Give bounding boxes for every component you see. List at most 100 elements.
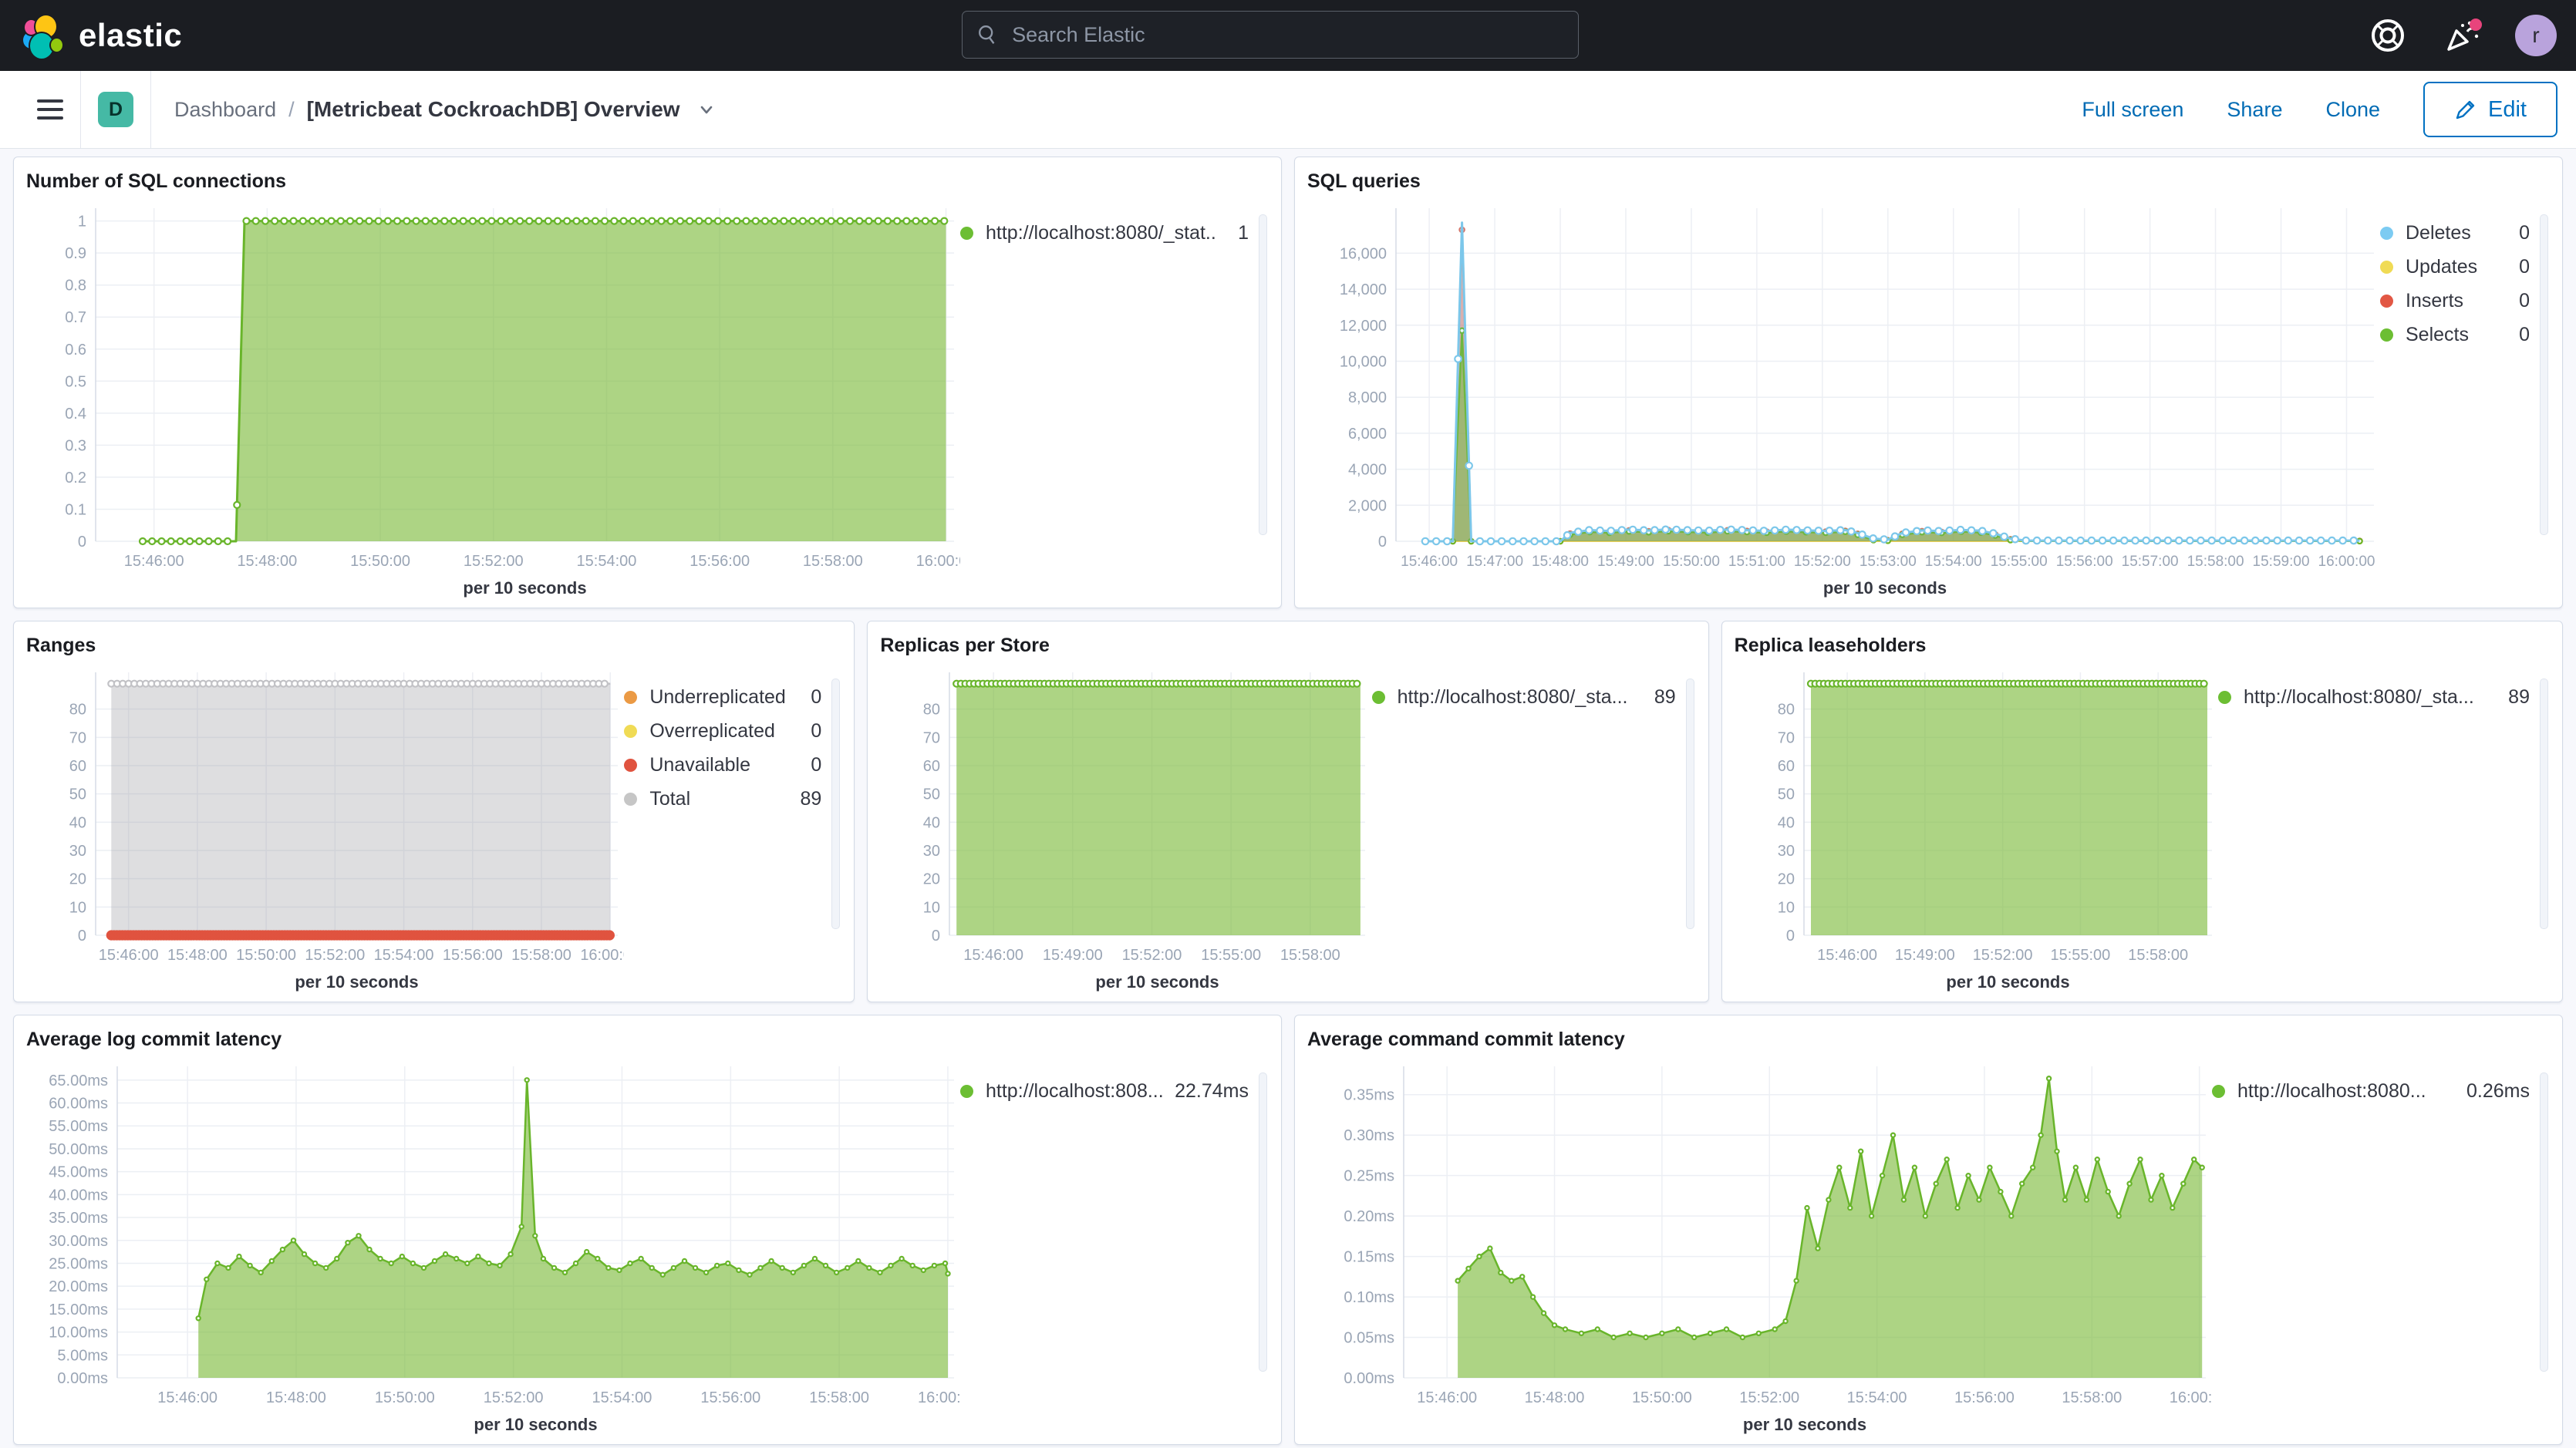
dashboard-app-badge[interactable]: D — [98, 92, 133, 127]
legend-item[interactable]: http://localhost:8080...0.26ms — [2212, 1074, 2550, 1108]
svg-text:1: 1 — [78, 214, 86, 231]
chevron-down-icon[interactable] — [696, 99, 717, 120]
chart-legend: http://localhost:8080/_stat...1 — [960, 196, 1269, 603]
user-menu-button[interactable]: r — [2514, 14, 2557, 57]
edit-button[interactable]: Edit — [2423, 82, 2557, 137]
legend-series-value: 0 — [2507, 256, 2530, 278]
menu-button[interactable] — [37, 94, 63, 125]
breadcrumb-dashboard-link[interactable]: Dashboard — [174, 98, 276, 122]
svg-text:16,000: 16,000 — [1340, 245, 1387, 262]
svg-text:15:50:00: 15:50:00 — [1663, 554, 1720, 570]
brand-text: elastic — [79, 17, 182, 54]
legend-series-value: 89 — [798, 788, 821, 810]
svg-text:8,000: 8,000 — [1348, 389, 1387, 406]
svg-text:per 10 seconds: per 10 seconds — [1096, 972, 1219, 992]
breadcrumb: Dashboard / [Metricbeat CockroachDB] Ove… — [174, 97, 717, 122]
svg-text:30: 30 — [69, 843, 86, 860]
chart-plot-area[interactable]: 16,00014,00012,00010,0008,0006,0004,0002… — [1307, 196, 2380, 603]
svg-text:15:54:00: 15:54:00 — [374, 947, 434, 964]
svg-text:20.00ms: 20.00ms — [49, 1278, 108, 1295]
panel-replica-leaseholders: Replica leaseholders 8070605040302010015… — [1721, 621, 2563, 1002]
svg-text:0.15ms: 0.15ms — [1344, 1249, 1394, 1266]
svg-text:15:46:00: 15:46:00 — [157, 1389, 217, 1406]
svg-text:70: 70 — [69, 729, 86, 746]
legend-item[interactable]: http://localhost:8080/_sta...89 — [1372, 680, 1696, 714]
svg-text:20: 20 — [923, 871, 940, 888]
svg-text:5.00ms: 5.00ms — [57, 1347, 108, 1364]
panel-title: SQL queries — [1307, 167, 2550, 196]
legend-item[interactable]: http://localhost:808...22.74ms — [960, 1074, 1269, 1108]
legend-item[interactable]: http://localhost:8080/_stat...1 — [960, 216, 1269, 250]
dashboard-grid: Number of SQL connections 10.90.80.70.60… — [0, 149, 2576, 1445]
svg-text:15:55:00: 15:55:00 — [1202, 947, 1262, 964]
legend-item[interactable]: Deletes0 — [2380, 216, 2550, 250]
svg-text:0.4: 0.4 — [65, 406, 86, 423]
svg-text:15:46:00: 15:46:00 — [1417, 1389, 1477, 1406]
help-button[interactable] — [2366, 14, 2409, 57]
legend-series-value: 0 — [798, 754, 821, 776]
svg-text:15:56:00: 15:56:00 — [1954, 1389, 2015, 1406]
elastic-home-link[interactable]: elastic — [22, 14, 182, 57]
svg-text:0: 0 — [1378, 534, 1387, 551]
legend-series-label: Inserts — [2406, 290, 2499, 312]
svg-text:10: 10 — [923, 899, 940, 916]
legend-item[interactable]: Updates0 — [2380, 250, 2550, 284]
svg-text:30.00ms: 30.00ms — [49, 1233, 108, 1250]
svg-text:per 10 seconds: per 10 seconds — [1823, 578, 1947, 598]
search-input[interactable] — [1010, 22, 1564, 48]
edit-button-label: Edit — [2488, 97, 2527, 123]
legend-item[interactable]: http://localhost:8080/_sta...89 — [2218, 680, 2550, 714]
legend-series-dot — [2380, 295, 2393, 308]
svg-text:15:58:00: 15:58:00 — [803, 553, 863, 570]
svg-text:16:00:00: 16:00:00 — [916, 553, 960, 570]
legend-item[interactable]: Underreplicated0 — [624, 680, 841, 714]
svg-text:30: 30 — [1777, 843, 1794, 860]
svg-text:10.00ms: 10.00ms — [49, 1325, 108, 1342]
panel-replicas-per-store: Replicas per Store 8070605040302010015:4… — [867, 621, 1708, 1002]
svg-text:15:56:00: 15:56:00 — [700, 1389, 760, 1406]
svg-text:15:52:00: 15:52:00 — [1972, 947, 2032, 964]
svg-text:16:00:00: 16:00:00 — [2318, 554, 2375, 570]
svg-text:15:46:00: 15:46:00 — [964, 947, 1024, 964]
svg-text:12,000: 12,000 — [1340, 318, 1387, 335]
svg-text:15:54:00: 15:54:00 — [1847, 1389, 1907, 1406]
svg-text:70: 70 — [1777, 729, 1794, 746]
svg-text:per 10 seconds: per 10 seconds — [1946, 972, 2069, 992]
svg-text:60.00ms: 60.00ms — [49, 1096, 108, 1113]
svg-text:2,000: 2,000 — [1348, 497, 1387, 514]
legend-item[interactable]: Selects0 — [2380, 318, 2550, 352]
global-search[interactable] — [962, 11, 1579, 59]
chart-plot-area[interactable]: 8070605040302010015:46:0015:49:0015:52:0… — [1735, 660, 2218, 997]
chart-plot-area[interactable]: 8070605040302010015:46:0015:49:0015:52:0… — [880, 660, 1371, 997]
chart-legend: http://localhost:8080...0.26ms — [2212, 1054, 2550, 1440]
svg-text:6,000: 6,000 — [1348, 426, 1387, 443]
share-button[interactable]: Share — [2227, 98, 2282, 122]
legend-item[interactable]: Overreplicated0 — [624, 714, 841, 748]
legend-series-dot — [2380, 261, 2393, 274]
svg-text:15:50:00: 15:50:00 — [375, 1389, 435, 1406]
svg-text:15:49:00: 15:49:00 — [1043, 947, 1103, 964]
legend-item[interactable]: Total89 — [624, 782, 841, 816]
svg-text:15:56:00: 15:56:00 — [2056, 554, 2113, 570]
svg-text:80: 80 — [69, 702, 86, 719]
chart-plot-area[interactable]: 0.35ms0.30ms0.25ms0.20ms0.15ms0.10ms0.05… — [1307, 1054, 2212, 1440]
chart-plot-area[interactable]: 8070605040302010015:46:0015:48:0015:50:0… — [26, 660, 624, 997]
panel-title: Ranges — [26, 631, 841, 660]
full-screen-button[interactable]: Full screen — [2082, 98, 2183, 122]
svg-text:16:00:00: 16:00:00 — [580, 947, 624, 964]
legend-series-label: Deletes — [2406, 222, 2499, 244]
legend-item[interactable]: Inserts0 — [2380, 284, 2550, 318]
chart-plot-area[interactable]: 65.00ms60.00ms55.00ms50.00ms45.00ms40.00… — [26, 1054, 960, 1440]
breadcrumb-separator: / — [288, 98, 295, 122]
news-feed-button[interactable] — [2440, 14, 2483, 57]
chart-legend: http://localhost:8080/_sta...89 — [2218, 660, 2550, 997]
legend-item[interactable]: Unavailable0 — [624, 748, 841, 782]
legend-series-dot — [1372, 691, 1385, 704]
legend-series-label: http://localhost:8080/_sta... — [1398, 686, 1645, 709]
svg-text:20: 20 — [1777, 871, 1794, 888]
chart-plot-area[interactable]: 10.90.80.70.60.50.40.30.20.1015:46:0015:… — [26, 196, 960, 603]
search-icon — [976, 23, 998, 46]
svg-text:15:48:00: 15:48:00 — [237, 553, 297, 570]
svg-text:16:00:00: 16:00:00 — [918, 1389, 960, 1406]
clone-button[interactable]: Clone — [2325, 98, 2380, 122]
